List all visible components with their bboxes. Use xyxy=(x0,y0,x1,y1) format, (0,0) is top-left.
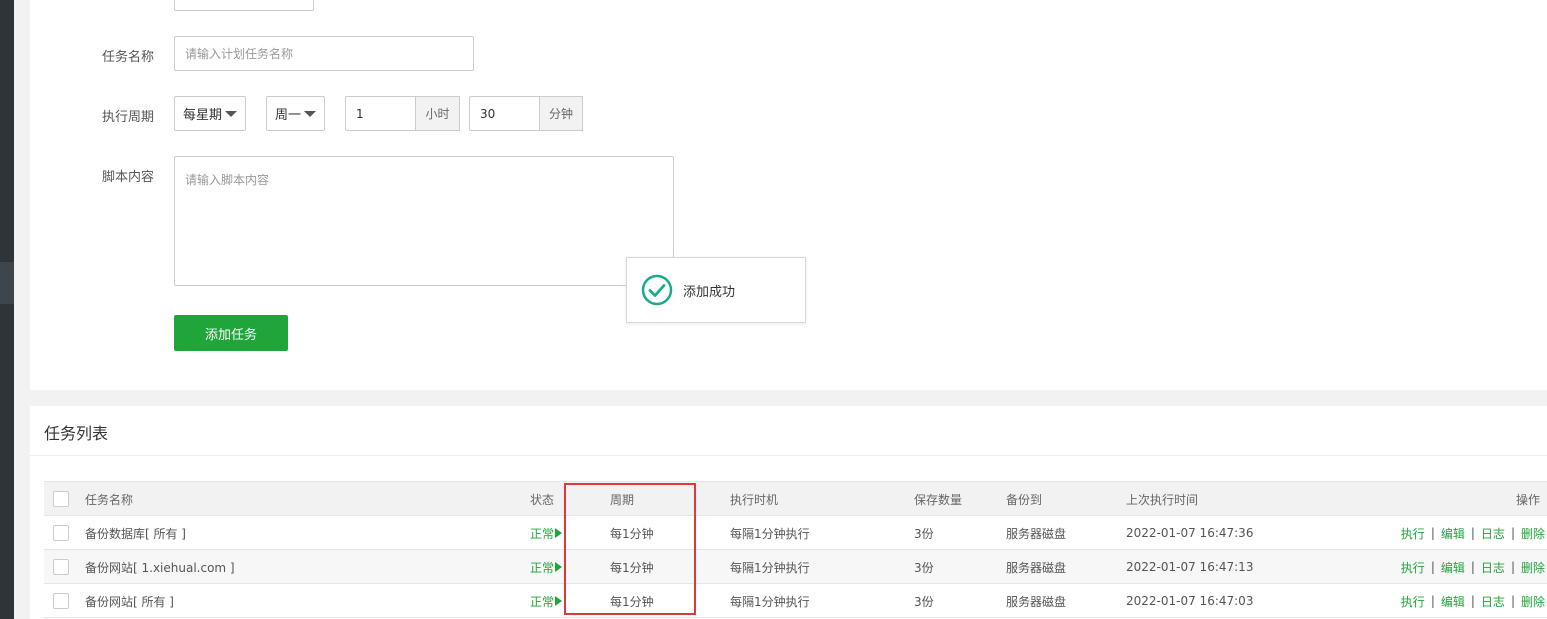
success-toast: 添加成功 xyxy=(626,257,806,323)
add-task-form-panel: 任务名称 请输入计划任务名称 执行周期 每星期 周一 1 小时 30 分钟 脚本… xyxy=(30,0,1547,390)
task-type-select[interactable] xyxy=(174,0,314,11)
delete-link[interactable]: 删除 xyxy=(1521,525,1545,542)
delete-link[interactable]: 删除 xyxy=(1521,593,1545,610)
table-row: 备份数据库[ 所有 ] 正常 每1分钟 每隔1分钟执行 3份 服务器磁盘 202… xyxy=(44,516,1547,550)
minute-unit-label: 分钟 xyxy=(539,96,583,131)
column-header-cycle[interactable]: 周期 xyxy=(610,482,634,516)
toast-message: 添加成功 xyxy=(683,284,736,300)
edit-link[interactable]: 编辑 xyxy=(1441,593,1465,610)
separator: | xyxy=(1470,594,1475,608)
column-header-backup-to[interactable]: 备份到 xyxy=(1006,482,1042,516)
script-label: 脚本内容 xyxy=(102,170,155,185)
backup-to-cell: 服务器磁盘 xyxy=(1006,594,1067,609)
table-row: 备份网站[ 1.xiehual.com ] 正常 每1分钟 每隔1分钟执行 3份… xyxy=(44,550,1547,584)
status-toggle[interactable]: 正常 xyxy=(530,550,563,584)
execute-link[interactable]: 执行 xyxy=(1401,525,1425,542)
separator: | xyxy=(1510,560,1515,574)
task-name-cell: 备份网站[ 所有 ] xyxy=(85,594,174,609)
sidebar-active-item[interactable] xyxy=(0,262,14,304)
log-link[interactable]: 日志 xyxy=(1481,525,1505,542)
separator: | xyxy=(1470,526,1475,540)
row-actions: 执行 | 编辑 | 日志 | 删除 xyxy=(1401,550,1545,584)
play-icon xyxy=(555,528,563,538)
task-name-placeholder: 请输入计划任务名称 xyxy=(185,47,294,61)
row-actions: 执行 | 编辑 | 日志 | 删除 xyxy=(1401,584,1545,618)
cycle-label: 执行周期 xyxy=(102,110,155,125)
status-text: 正常 xyxy=(530,594,555,609)
select-all-checkbox[interactable] xyxy=(53,491,69,507)
minute-input[interactable]: 30 xyxy=(469,96,540,131)
cycle-cell: 每1分钟 xyxy=(610,526,654,541)
execute-link[interactable]: 执行 xyxy=(1401,593,1425,610)
cycle-type-value: 每星期 xyxy=(183,108,223,123)
keep-count-cell: 3份 xyxy=(914,560,934,575)
execute-link[interactable]: 执行 xyxy=(1401,559,1425,576)
check-circle-icon xyxy=(641,274,673,306)
separator: | xyxy=(1430,560,1435,574)
hour-unit-label: 小时 xyxy=(415,96,460,131)
status-toggle[interactable]: 正常 xyxy=(530,584,563,618)
log-link[interactable]: 日志 xyxy=(1481,593,1505,610)
script-textarea[interactable]: 请输入脚本内容 xyxy=(174,156,674,286)
column-header-last-run[interactable]: 上次执行时间 xyxy=(1126,482,1198,516)
column-header-actions: 操作 xyxy=(1516,492,1541,507)
hour-input[interactable]: 1 xyxy=(345,96,416,131)
column-header-keep[interactable]: 保存数量 xyxy=(914,482,962,516)
last-run-cell: 2022-01-07 16:47:03 xyxy=(1126,594,1254,608)
timing-cell: 每隔1分钟执行 xyxy=(730,594,810,609)
task-name-cell: 备份数据库[ 所有 ] xyxy=(85,526,186,541)
task-list-panel: 任务列表 任务名称 状态 周期 执行时机 保存数量 备份到 上次执行时间 操作 … xyxy=(30,406,1547,619)
table-row: 备份网站[ 所有 ] 正常 每1分钟 每隔1分钟执行 3份 服务器磁盘 2022… xyxy=(44,584,1547,618)
script-placeholder: 请输入脚本内容 xyxy=(185,173,270,187)
timing-cell: 每隔1分钟执行 xyxy=(730,526,810,541)
cycle-cell: 每1分钟 xyxy=(610,560,654,575)
row-checkbox[interactable] xyxy=(53,559,69,575)
backup-to-cell: 服务器磁盘 xyxy=(1006,560,1067,575)
last-run-cell: 2022-01-07 16:47:13 xyxy=(1126,560,1254,574)
sidebar xyxy=(0,0,14,619)
caret-down-icon xyxy=(304,111,316,117)
keep-count-cell: 3份 xyxy=(914,594,934,609)
column-header-status[interactable]: 状态 xyxy=(530,482,554,516)
keep-count-cell: 3份 xyxy=(914,526,934,541)
play-icon xyxy=(555,562,563,572)
separator: | xyxy=(1510,594,1515,608)
status-text: 正常 xyxy=(530,560,555,575)
row-actions: 执行 | 编辑 | 日志 | 删除 xyxy=(1401,516,1545,550)
separator: | xyxy=(1470,560,1475,574)
delete-link[interactable]: 删除 xyxy=(1521,559,1545,576)
table-header-row: 任务名称 状态 周期 执行时机 保存数量 备份到 上次执行时间 操作 xyxy=(44,482,1547,516)
edit-link[interactable]: 编辑 xyxy=(1441,559,1465,576)
task-name-label: 任务名称 xyxy=(102,50,155,65)
caret-down-icon xyxy=(225,111,237,117)
add-task-button[interactable]: 添加任务 xyxy=(174,315,288,351)
task-name-cell: 备份网站[ 1.xiehual.com ] xyxy=(85,560,235,575)
timing-cell: 每隔1分钟执行 xyxy=(730,560,810,575)
separator: | xyxy=(1430,594,1435,608)
cycle-cell: 每1分钟 xyxy=(610,594,654,609)
weekday-value: 周一 xyxy=(275,108,302,123)
column-header-timing[interactable]: 执行时机 xyxy=(730,482,778,516)
divider xyxy=(30,455,1547,456)
weekday-select[interactable]: 周一 xyxy=(266,96,325,131)
task-table: 任务名称 状态 周期 执行时机 保存数量 备份到 上次执行时间 操作 备份数据库… xyxy=(44,481,1547,618)
play-icon xyxy=(555,596,563,606)
cycle-type-select[interactable]: 每星期 xyxy=(174,96,246,131)
edit-link[interactable]: 编辑 xyxy=(1441,525,1465,542)
status-text: 正常 xyxy=(530,526,555,541)
row-checkbox[interactable] xyxy=(53,593,69,609)
last-run-cell: 2022-01-07 16:47:36 xyxy=(1126,526,1254,540)
log-link[interactable]: 日志 xyxy=(1481,559,1505,576)
row-checkbox[interactable] xyxy=(53,525,69,541)
separator: | xyxy=(1510,526,1515,540)
task-name-input[interactable]: 请输入计划任务名称 xyxy=(174,36,474,71)
backup-to-cell: 服务器磁盘 xyxy=(1006,526,1067,541)
task-list-title: 任务列表 xyxy=(44,424,109,443)
minute-value: 30 xyxy=(480,106,496,121)
column-header-name[interactable]: 任务名称 xyxy=(85,482,133,516)
separator: | xyxy=(1430,526,1435,540)
status-toggle[interactable]: 正常 xyxy=(530,516,563,550)
hour-value: 1 xyxy=(356,106,364,121)
